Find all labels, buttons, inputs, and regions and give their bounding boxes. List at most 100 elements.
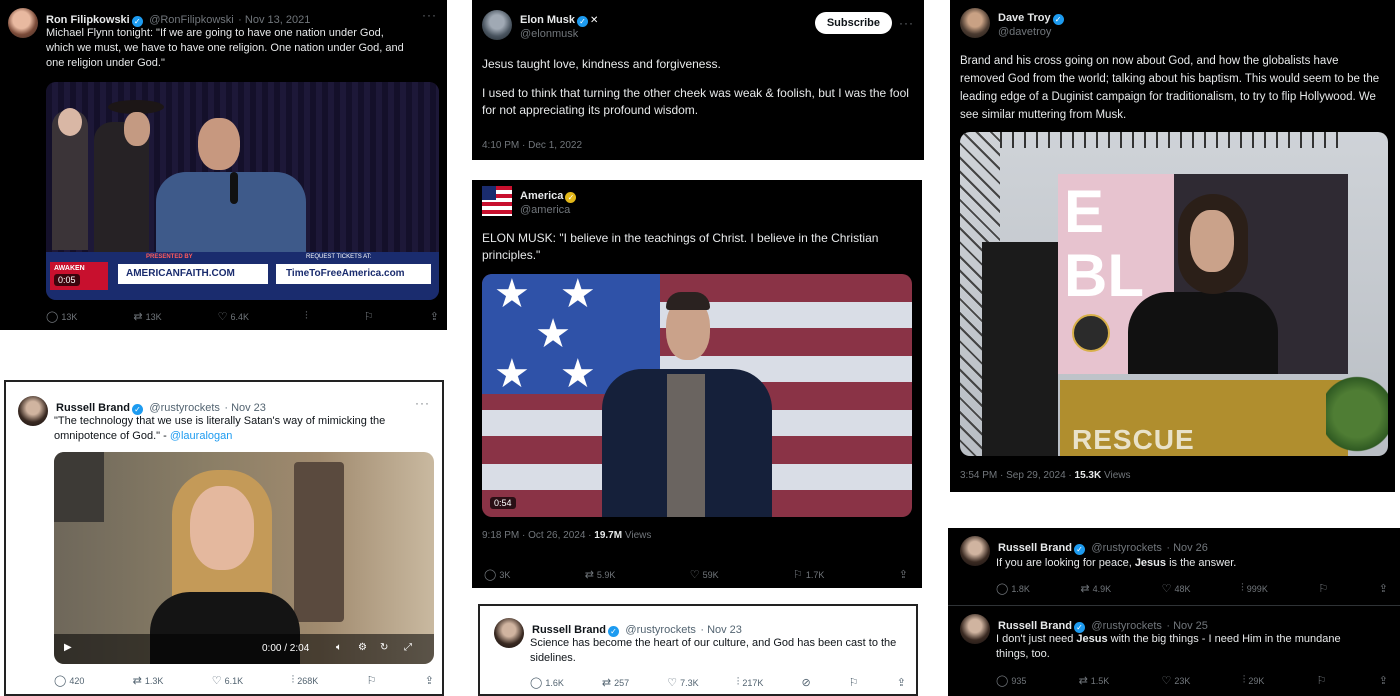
mention-link[interactable]: @lauralogan [170,430,233,442]
author-name[interactable]: Russell Brand [532,624,606,636]
like-button[interactable]: ♡ 6.1K [212,674,243,687]
author-name[interactable]: Ron Filipkowski [46,14,130,26]
tweet-date[interactable]: · Nov 25 [1166,620,1208,632]
author-name[interactable]: Dave Troy [998,12,1051,24]
reply-button[interactable]: ◯ 13K [46,310,77,323]
video-player[interactable]: PRESENTED BY REQUEST TICKETS AT: AWAKEN … [46,82,439,300]
share-button[interactable]: ⇪ [425,674,434,687]
tweet-date[interactable]: · Nov 13, 2021 [238,14,310,26]
like-button[interactable]: ♡ 48K [1162,582,1191,595]
bookmark-icon: ⚐ [793,569,803,581]
like-button[interactable]: ♡ 6.4K [218,310,249,323]
views-button[interactable]: ⫶ 999K [1241,582,1268,595]
action-bar: ◯ 13K ⇄ 13K ♡ 6.4K ⫶ ⚐ ⇪ [46,310,439,323]
tweet-meta[interactable]: 4:10 PM · Dec 1, 2022 [482,140,582,151]
tweet-date[interactable]: · Nov 23 [700,624,742,636]
views-button[interactable]: ⫶ [305,310,308,323]
video-player[interactable]: ▶ 0:00 / 2:04 🔈︎ ⚙︎ ↻ ⤢ [54,452,434,664]
repost-button[interactable]: ⇄ 4.9K [1080,582,1111,595]
subscribe-button[interactable]: Subscribe [814,12,892,34]
repost-icon: ⇄ [133,311,143,323]
grok-button[interactable]: ⊘ [802,676,811,689]
avatar[interactable] [482,10,512,40]
repost-button[interactable]: ⇄ 1.3K [133,674,164,687]
tweet-text: If you are looking for peace, Jesus is t… [996,557,1237,569]
reply-button[interactable]: ◯ 1.8K [996,582,1030,595]
video-controls[interactable]: ▶ 0:00 / 2:04 🔈︎ ⚙︎ ↻ ⤢ [54,634,434,664]
avatar[interactable] [960,536,990,566]
tweet-america: America ✓ @america ELON MUSK: "I believe … [472,180,922,588]
bookmark-button[interactable]: ⚐ [367,674,377,687]
more-icon[interactable]: ··· [415,396,430,410]
author-handle[interactable]: @america [520,204,578,216]
more-icon[interactable]: ··· [422,8,437,22]
author-name[interactable]: America [520,190,563,202]
tweet-date[interactable]: · Nov 26 [1166,542,1208,554]
share-button[interactable]: ⇪ [897,676,906,689]
author-handle[interactable]: @rustyrockets [1091,620,1161,632]
bookmark-button[interactable]: ⚐ [1317,674,1327,687]
tweet-text-line: Michael Flynn tonight: "If we are going … [46,27,384,39]
tweet-text: ELON MUSK: "I believe in the teachings o… [482,231,879,262]
author-handle[interactable]: @davetroy [998,26,1066,38]
more-icon[interactable]: ··· [899,16,914,30]
loop-icon[interactable]: ↻ [380,642,388,653]
author-handle[interactable]: @RonFilipkowski [149,14,234,26]
share-icon: ⇪ [896,677,906,689]
author-handle[interactable]: @rustyrockets [1091,542,1161,554]
fullscreen-icon[interactable]: ⤢ [404,642,412,653]
bookmark-button[interactable]: ⚐ [849,676,859,689]
author-handle[interactable]: @rustyrockets [149,402,219,414]
reply-button[interactable]: ◯ 3K [484,568,510,581]
avatar[interactable] [18,396,48,426]
views-button[interactable]: ⫶ 217K [737,676,764,689]
video-player[interactable]: E BL RESCUE [960,132,1388,456]
author-name[interactable]: Russell Brand [56,402,130,414]
avatar[interactable] [960,8,990,38]
avatar[interactable] [8,8,38,38]
grok-icon: ⊘ [801,677,811,689]
repost-button[interactable]: ⇄ 257 [602,676,629,689]
reply-button[interactable]: ◯ 935 [996,674,1026,687]
views-button[interactable]: ⫶ 29K [1243,674,1265,687]
tweet-meta[interactable]: 9:18 PM · Oct 26, 2024 · 19.7M Views [482,530,651,541]
share-button[interactable]: ⇪ [430,310,439,323]
share-button[interactable]: ⇪ [1379,674,1388,687]
reply-button[interactable]: ◯ 420 [54,674,84,687]
repost-button[interactable]: ⇄ 5.9K [585,568,616,581]
bookmark-button[interactable]: ⚐ [364,310,374,323]
like-button[interactable]: ♡ 23K [1162,674,1191,687]
avatar[interactable] [494,618,524,648]
share-icon: ⇪ [429,311,439,323]
verified-badge-icon: ✓ [565,192,577,203]
like-button[interactable]: ♡ 7.3K [667,676,698,689]
views-button[interactable]: ⫶ 268K [291,674,318,687]
bookmark-button[interactable]: ⚐ [1318,582,1328,595]
play-icon[interactable]: ▶ [64,642,72,653]
video-duration: 0:54 [490,497,516,509]
author-name[interactable]: Russell Brand [998,620,1072,632]
tweet-brand-peace: Russell Brand ✓ @rustyrockets · Nov 26 If… [948,528,1400,606]
settings-icon[interactable]: ⚙︎ [358,642,367,653]
share-button[interactable]: ⇪ [899,568,908,581]
like-icon: ♡ [667,677,678,689]
share-button[interactable]: ⇪ [1379,582,1388,595]
tweet-date[interactable]: · Nov 23 [224,402,266,414]
avatar-flag[interactable] [482,186,512,216]
reply-button[interactable]: ◯ 1.6K [530,676,564,689]
action-bar: ◯ 1.8K ⇄ 4.9K ♡ 48K ⫶ 999K ⚐ ⇪ [996,582,1388,595]
video-player[interactable]: ★★ ★ ★★ 0:54 [482,274,912,517]
volume-icon[interactable]: 🔈︎ [336,642,342,653]
like-icon: ♡ [217,311,228,323]
repost-button[interactable]: ⇄ 13K [133,310,161,323]
author-name[interactable]: Russell Brand [998,542,1072,554]
like-button[interactable]: ♡ 59K [690,568,719,581]
tweet-meta[interactable]: 3:54 PM · Sep 29, 2024 · 15.3K Views [960,470,1130,481]
tweet-text: Science has become the heart of our cult… [530,637,897,664]
author-name[interactable]: Elon Musk [520,14,575,26]
author-handle[interactable]: @elonmusk [520,28,598,40]
bookmark-button[interactable]: ⚐ 1.7K [793,568,824,581]
author-handle[interactable]: @rustyrockets [625,624,695,636]
repost-button[interactable]: ⇄ 1.5K [1079,674,1110,687]
avatar[interactable] [960,614,990,644]
